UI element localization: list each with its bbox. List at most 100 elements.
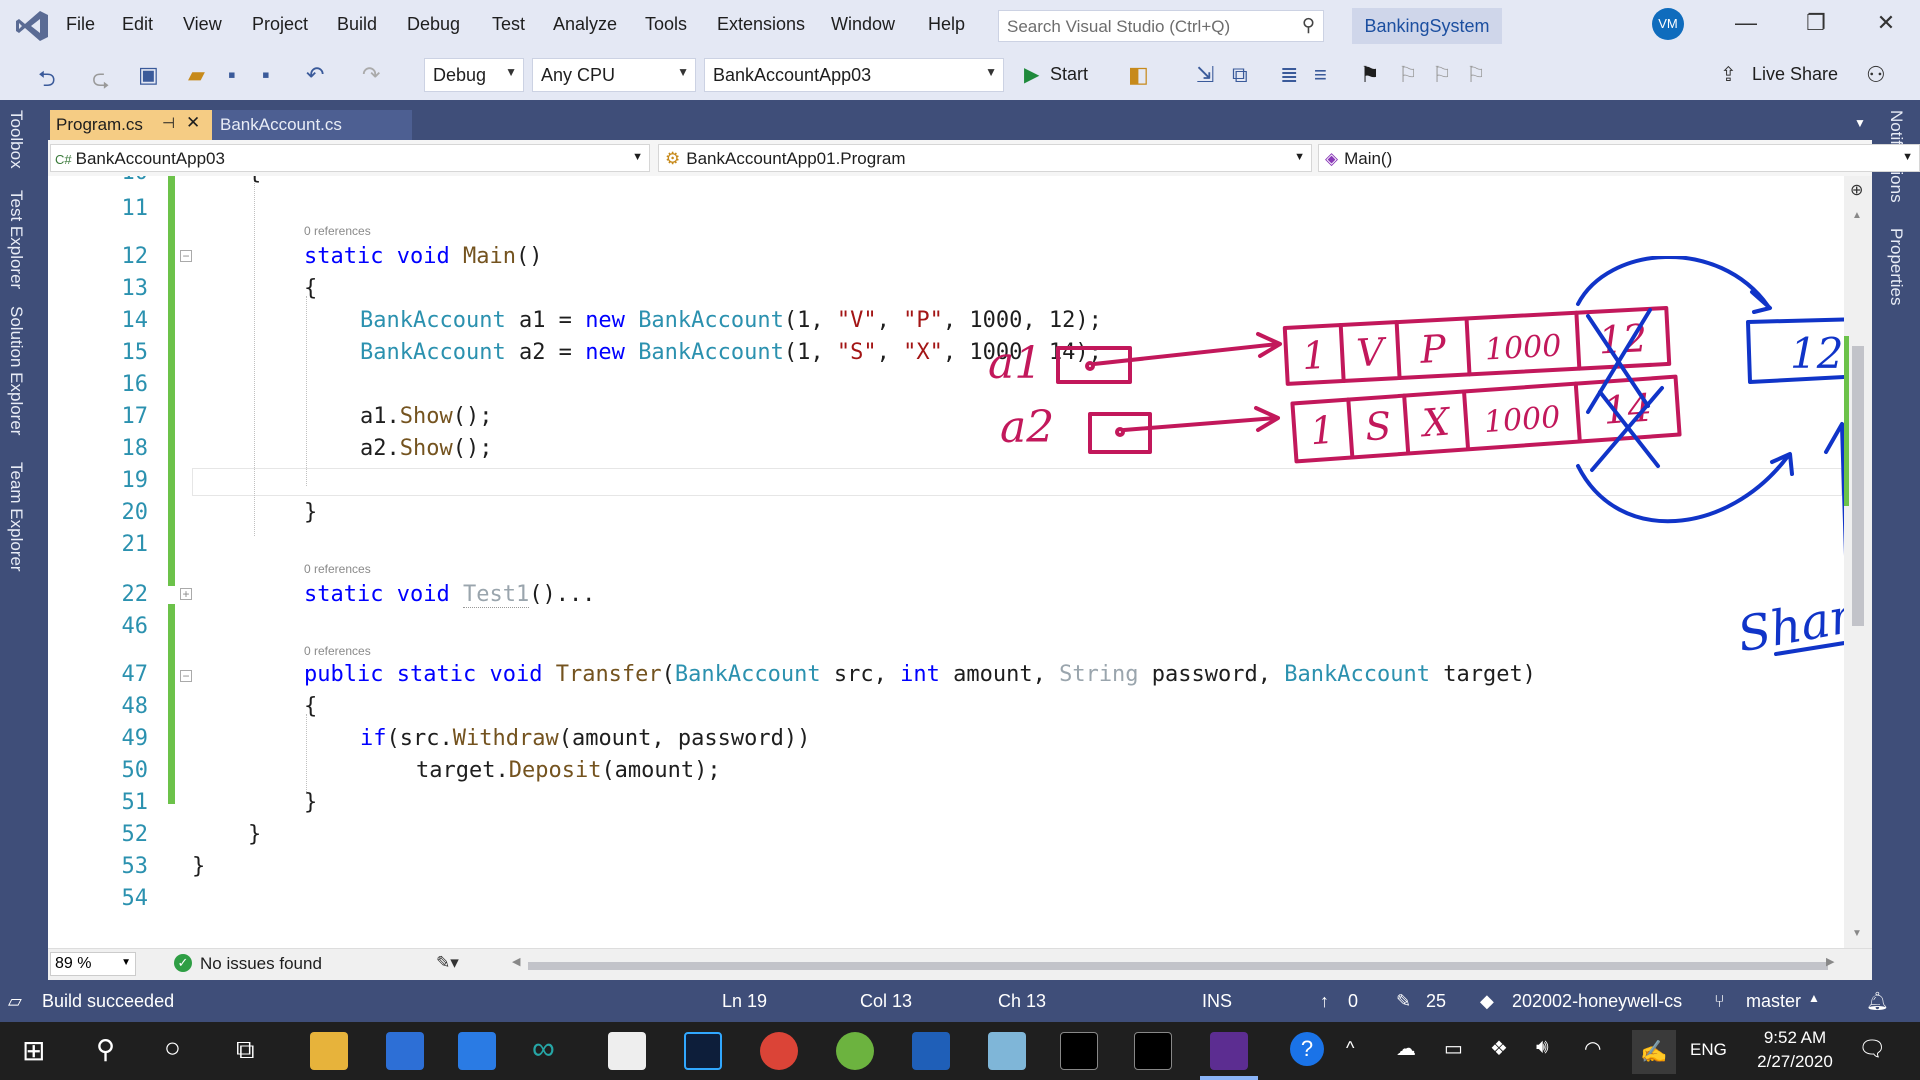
- find-icon[interactable]: ◧: [1128, 62, 1149, 88]
- expand-icon[interactable]: +: [180, 588, 192, 600]
- test-explorer-tab[interactable]: Test Explorer: [6, 190, 26, 289]
- store-icon[interactable]: [386, 1032, 424, 1070]
- vs-installer-icon[interactable]: [912, 1032, 950, 1070]
- back-icon[interactable]: ⮌: [38, 62, 56, 100]
- task-view-icon[interactable]: ⧉: [236, 1034, 255, 1066]
- pen-icon[interactable]: ✍: [1632, 1030, 1676, 1074]
- share-icon[interactable]: ⇪: [1720, 62, 1737, 87]
- menu-help[interactable]: Help: [928, 14, 965, 35]
- save-all-icon[interactable]: ▪: [262, 62, 270, 88]
- branch-name[interactable]: master: [1746, 991, 1801, 1012]
- toolbox-tab[interactable]: Toolbox: [6, 110, 26, 169]
- save-icon[interactable]: ▪: [228, 62, 236, 88]
- minimize-button[interactable]: —: [1726, 10, 1766, 36]
- notification-bell-icon[interactable]: 🔔︎: [1866, 991, 1889, 1012]
- battery-icon[interactable]: ▭: [1444, 1036, 1463, 1061]
- notebook-icon[interactable]: [988, 1032, 1026, 1070]
- undo-icon[interactable]: ↶: [306, 62, 324, 88]
- bookmark-icon[interactable]: ⚑: [1360, 62, 1380, 88]
- push-count[interactable]: 0: [1348, 991, 1358, 1012]
- startup-project-dropdown[interactable]: BankAccountApp03 ▼: [704, 58, 1004, 92]
- prev-bookmark-icon[interactable]: ⚐: [1398, 62, 1418, 88]
- outdent-icon[interactable]: ≡: [1314, 62, 1327, 88]
- terminal-icon[interactable]: [1060, 1032, 1098, 1070]
- pin-icon[interactable]: ⊣: [162, 114, 175, 132]
- photoshop-icon[interactable]: [684, 1032, 722, 1070]
- menu-file[interactable]: File: [66, 14, 95, 35]
- project-nav-dropdown[interactable]: C# BankAccountApp03 ▼: [50, 144, 650, 172]
- close-tab-icon[interactable]: ✕: [186, 113, 200, 133]
- tab-program-cs[interactable]: Program.cs ⊣ ✕: [50, 110, 212, 140]
- scroll-down-icon[interactable]: ▼: [1852, 928, 1862, 939]
- action-center-icon[interactable]: 🗨︎: [1858, 1036, 1886, 1062]
- next-bookmark-icon[interactable]: ⚐: [1432, 62, 1452, 88]
- clear-bookmark-icon[interactable]: ⚐: [1466, 62, 1486, 88]
- class-nav-dropdown[interactable]: ⚙ BankAccountApp01.Program ▼: [658, 144, 1312, 172]
- live-share-button[interactable]: Live Share: [1752, 64, 1838, 85]
- file-explorer-icon[interactable]: [310, 1032, 348, 1070]
- solution-explorer-tab[interactable]: Solution Explorer: [6, 306, 26, 435]
- start-button[interactable]: Start: [1050, 64, 1088, 85]
- indent-icon[interactable]: ≣: [1280, 62, 1298, 88]
- scroll-up-icon[interactable]: ▲: [1852, 210, 1862, 221]
- configuration-dropdown[interactable]: Debug ▼: [424, 58, 524, 92]
- cortana-icon[interactable]: ○: [164, 1032, 181, 1064]
- dropbox-icon[interactable]: [458, 1032, 496, 1070]
- zoom-dropdown[interactable]: 89 % ▼: [50, 952, 136, 976]
- menu-tools[interactable]: Tools: [645, 14, 687, 35]
- properties-tab[interactable]: Properties: [1886, 228, 1906, 305]
- menu-build[interactable]: Build: [337, 14, 377, 35]
- menu-debug[interactable]: Debug: [407, 14, 460, 35]
- close-button[interactable]: ✕: [1866, 10, 1906, 36]
- diagram-icon[interactable]: ⧉: [1232, 62, 1248, 88]
- horizontal-scroll-thumb[interactable]: [528, 962, 1828, 970]
- mail-icon[interactable]: [608, 1032, 646, 1070]
- collapse-icon[interactable]: −: [180, 670, 192, 682]
- chrome-icon[interactable]: [760, 1032, 798, 1070]
- insert-mode[interactable]: INS: [1202, 991, 1232, 1012]
- redo-icon[interactable]: ↷: [362, 62, 380, 88]
- collapse-icon[interactable]: −: [180, 250, 192, 262]
- forward-icon[interactable]: ⮎: [92, 62, 110, 100]
- vertical-scrollbar[interactable]: ⊕ ▲ ▼: [1844, 176, 1872, 948]
- team-explorer-tab[interactable]: Team Explorer: [6, 462, 26, 572]
- line-indicator[interactable]: Ln 19: [722, 991, 767, 1012]
- dropbox-tray-icon[interactable]: ❖: [1490, 1036, 1508, 1061]
- start-play-icon[interactable]: ▶: [1024, 62, 1039, 87]
- search-input[interactable]: Search Visual Studio (Ctrl+Q) ⚲: [998, 10, 1324, 42]
- changes-count[interactable]: 25: [1426, 991, 1446, 1012]
- volume-icon[interactable]: 🔊︎: [1536, 1036, 1549, 1059]
- code-cleanup-icon[interactable]: ✎▾: [436, 953, 459, 973]
- menu-window[interactable]: Window: [831, 14, 895, 35]
- avatar[interactable]: VM: [1652, 8, 1684, 40]
- language-indicator[interactable]: ENG: [1690, 1040, 1727, 1060]
- platform-dropdown[interactable]: Any CPU ▼: [532, 58, 696, 92]
- terminal-icon-2[interactable]: [1134, 1032, 1172, 1070]
- spring-icon[interactable]: [836, 1032, 874, 1070]
- issues-status[interactable]: No issues found: [200, 954, 322, 974]
- scroll-left-icon[interactable]: ◀: [512, 955, 520, 968]
- codelens-references[interactable]: 0 references: [304, 562, 371, 576]
- windows-start-icon[interactable]: ⊞: [22, 1034, 45, 1067]
- clock-date[interactable]: 2/27/2020: [1738, 1052, 1852, 1072]
- menu-edit[interactable]: Edit: [122, 14, 153, 35]
- visual-studio-taskbar-icon[interactable]: [1210, 1032, 1248, 1070]
- tab-overflow-icon[interactable]: ▼: [1854, 116, 1866, 130]
- feedback-icon[interactable]: ⚇: [1866, 62, 1886, 88]
- char-indicator[interactable]: Ch 13: [998, 991, 1046, 1012]
- restore-button[interactable]: ❐: [1796, 10, 1836, 36]
- new-project-icon[interactable]: ▣: [138, 62, 159, 88]
- menu-test[interactable]: Test: [492, 14, 525, 35]
- menu-extensions[interactable]: Extensions: [717, 14, 805, 35]
- arduino-icon[interactable]: ∞: [532, 1030, 555, 1067]
- step-icon[interactable]: ⇲: [1196, 62, 1214, 88]
- tab-bankaccount-cs[interactable]: BankAccount.cs: [212, 110, 412, 140]
- codelens-references[interactable]: 0 references: [304, 644, 371, 658]
- code-editor[interactable]: − + − 10 11 12 13 14 15 16 17 18 19 20 2…: [48, 176, 1844, 948]
- clock-time[interactable]: 9:52 AM: [1750, 1028, 1840, 1048]
- wifi-icon[interactable]: ◠: [1584, 1036, 1601, 1061]
- help-icon[interactable]: ?: [1290, 1032, 1324, 1066]
- scroll-right-icon[interactable]: ▶: [1826, 955, 1834, 968]
- output-icon[interactable]: ▱: [8, 991, 22, 1012]
- open-folder-icon[interactable]: ▰: [188, 62, 205, 88]
